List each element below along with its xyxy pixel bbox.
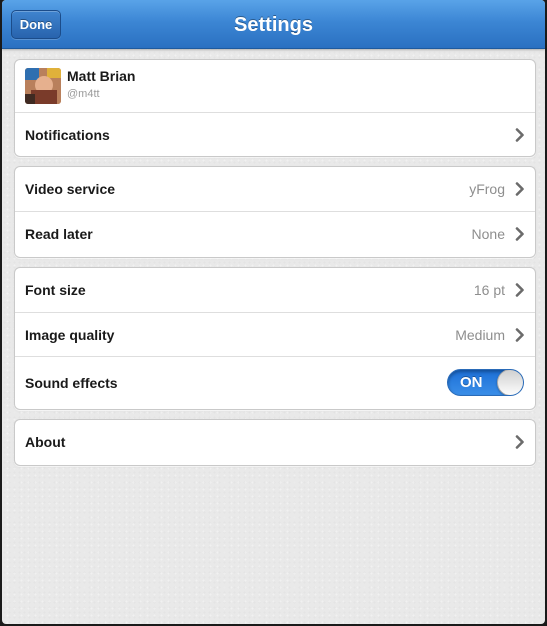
- about-label: About: [25, 434, 66, 450]
- chevron-right-icon: [515, 128, 524, 142]
- notifications-label: Notifications: [25, 127, 110, 143]
- read-later-label: Read later: [25, 226, 93, 242]
- video-service-row[interactable]: Video service yFrog: [15, 167, 535, 211]
- toggle-state-text: ON: [460, 374, 483, 391]
- notifications-row[interactable]: Notifications: [15, 112, 535, 156]
- read-later-row[interactable]: Read later None: [15, 211, 535, 255]
- chevron-right-icon: [515, 182, 524, 196]
- sound-effects-toggle[interactable]: ON: [447, 369, 524, 396]
- toggle-knob: [497, 370, 523, 395]
- about-group: About: [14, 419, 536, 466]
- font-size-row[interactable]: Font size 16 pt: [15, 268, 535, 312]
- chevron-right-icon: [515, 435, 524, 449]
- image-quality-value: Medium: [455, 327, 505, 343]
- font-size-label: Font size: [25, 282, 86, 298]
- navigation-bar: Done Settings: [2, 0, 545, 49]
- profile-name: Matt Brian: [67, 68, 136, 84]
- font-size-value: 16 pt: [473, 282, 505, 298]
- chevron-right-icon: [515, 227, 524, 241]
- chevron-right-icon: [515, 283, 524, 297]
- chevron-right-icon: [515, 328, 524, 342]
- sound-effects-row: Sound effects ON: [15, 356, 535, 407]
- settings-panel: Done Settings Matt Brian @m4tt Notificat…: [2, 0, 545, 624]
- services-group: Video service yFrog Read later None: [14, 166, 536, 258]
- video-service-value: yFrog: [469, 181, 505, 197]
- read-later-value: None: [471, 226, 505, 242]
- avatar: [25, 68, 61, 104]
- image-quality-row[interactable]: Image quality Medium: [15, 312, 535, 356]
- profile-row[interactable]: Matt Brian @m4tt: [15, 60, 535, 112]
- about-row[interactable]: About: [15, 420, 535, 464]
- page-title: Settings: [234, 14, 313, 36]
- account-group: Matt Brian @m4tt Notifications: [14, 59, 536, 157]
- image-quality-label: Image quality: [25, 327, 115, 343]
- profile-handle: @m4tt: [67, 88, 100, 100]
- display-group: Font size 16 pt Image quality Medium Sou…: [14, 267, 536, 410]
- video-service-label: Video service: [25, 181, 116, 197]
- sound-effects-label: Sound effects: [25, 375, 118, 391]
